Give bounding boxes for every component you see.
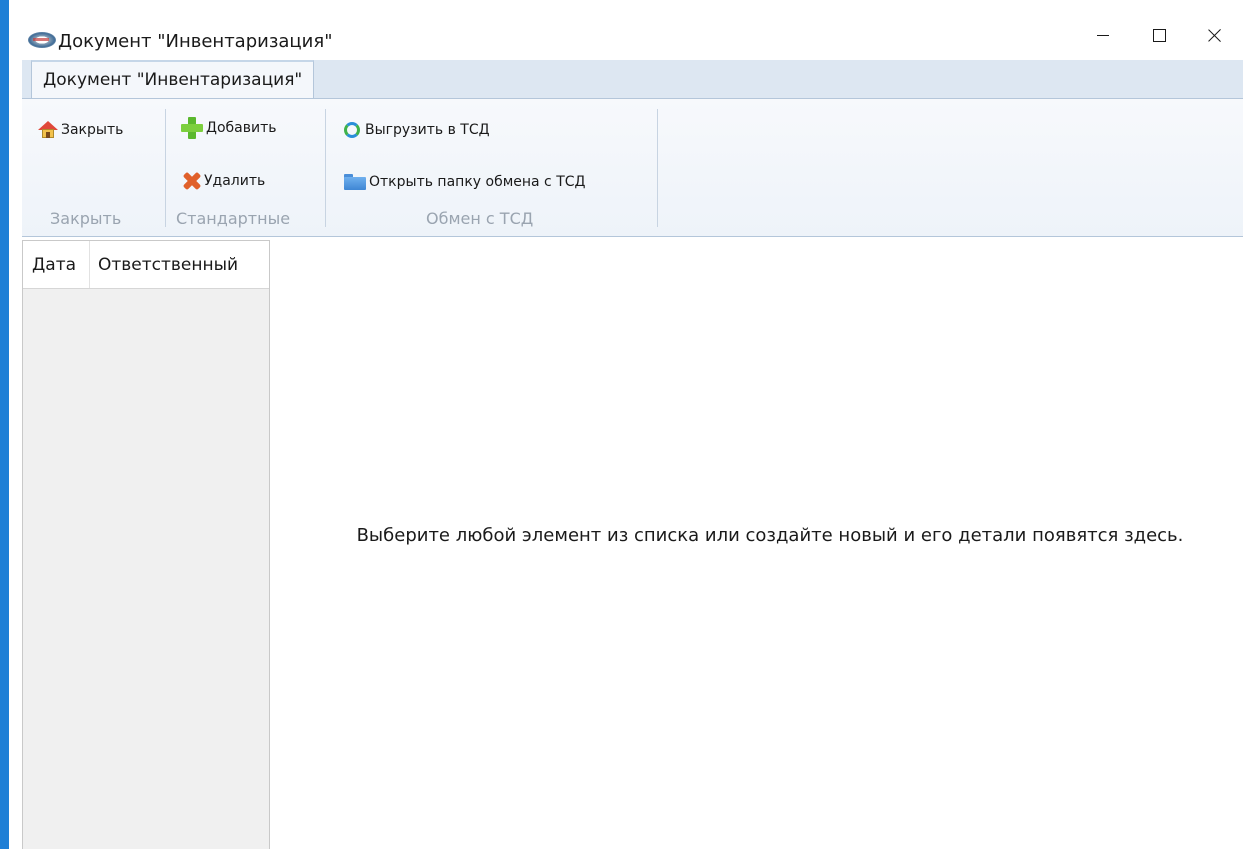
column-header-responsible[interactable]: Ответственный [90, 241, 238, 288]
plus-icon [181, 117, 203, 139]
sync-icon [344, 122, 360, 138]
delete-x-icon [183, 172, 201, 190]
add-button-label: Добавить [206, 120, 277, 136]
ribbon-group-label-tsd: Обмен с ТСД [426, 209, 534, 228]
app-logo-icon [28, 32, 56, 48]
delete-button[interactable]: Удалить [183, 168, 265, 194]
window-left-margin [9, 0, 22, 849]
close-document-label: Закрыть [61, 122, 124, 138]
title-bar: Документ "Инвентаризация" [22, 18, 1243, 60]
ribbon-group-close: Закрыть Закрыть [22, 99, 165, 236]
close-icon [1208, 28, 1222, 42]
home-icon [38, 121, 58, 139]
empty-state-message: Выберите любой элемент из списка или соз… [356, 525, 1184, 546]
export-to-tsd-label: Выгрузить в ТСД [365, 122, 490, 138]
ribbon-toolbar: Закрыть Закрыть Добавить Удалить Стандар… [22, 98, 1243, 237]
close-button[interactable] [1187, 18, 1243, 52]
export-to-tsd-button[interactable]: Выгрузить в ТСД [344, 117, 490, 143]
folder-icon [344, 174, 366, 190]
add-button[interactable]: Добавить [181, 115, 276, 141]
window-left-accent [0, 0, 9, 849]
ribbon-group-label-standard: Стандартные [176, 209, 291, 228]
maximize-button[interactable] [1131, 18, 1187, 52]
ribbon-group-divider [657, 109, 658, 227]
open-exchange-folder-label: Открыть папку обмена с ТСД [369, 174, 586, 190]
list-header: Дата Ответственный [23, 241, 269, 289]
ribbon-group-label-close: Закрыть [50, 209, 122, 228]
details-panel: Выберите любой элемент из списка или соз… [270, 240, 1243, 849]
minimize-button[interactable] [1075, 18, 1131, 52]
open-exchange-folder-button[interactable]: Открыть папку обмена с ТСД [344, 169, 585, 195]
delete-button-label: Удалить [204, 173, 266, 189]
ribbon-group-standard: Добавить Удалить Стандартные [166, 99, 325, 236]
application-window: Документ "Инвентаризация" Документ "Инве… [0, 0, 1243, 849]
close-document-button[interactable]: Закрыть [38, 117, 123, 143]
window-title: Документ "Инвентаризация" [58, 30, 333, 52]
document-list[interactable]: Дата Ответственный [22, 240, 270, 849]
window-controls [1075, 18, 1243, 54]
maximize-icon [1152, 28, 1166, 42]
column-header-date[interactable]: Дата [23, 241, 90, 288]
minimize-icon [1097, 34, 1109, 36]
tab-strip: Документ "Инвентаризация" [22, 60, 1243, 98]
ribbon-group-tsd-exchange: Выгрузить в ТСД Открыть папку обмена с Т… [326, 99, 656, 236]
tab-document-inventory[interactable]: Документ "Инвентаризация" [31, 60, 315, 98]
